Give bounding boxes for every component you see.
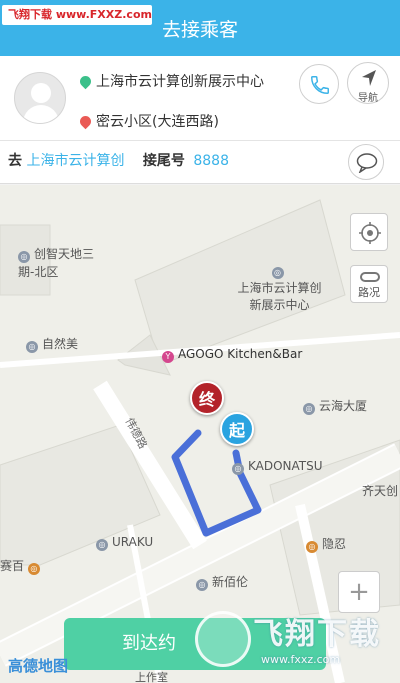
chat-bubble-icon [356, 153, 378, 173]
poi-qitian[interactable]: 齐天创 [362, 482, 398, 499]
bar-icon: Y [162, 351, 174, 363]
divider [0, 140, 400, 141]
poi-yinren[interactable]: ◎ 隐忍 [306, 535, 346, 553]
locate-button[interactable] [350, 213, 388, 251]
building-icon: ◎ [303, 403, 315, 415]
restaurant-icon: ◎ [306, 541, 318, 553]
poi-icon: ◎ [232, 463, 244, 475]
call-button[interactable] [299, 64, 339, 104]
poi-icon: ◎ [26, 341, 38, 353]
map-view[interactable]: ◎ 创智天地三期-北区 ◎ 自然美 ◎ 上海市云计算创新展示中心 Y AGOGO Kit… [0, 185, 400, 683]
watermark-logo-icon [195, 611, 251, 667]
poi-icon: ◎ [18, 251, 30, 263]
poi-agogo[interactable]: Y AGOGO Kitchen&Bar [162, 347, 302, 363]
locate-crosshair-icon [359, 222, 381, 244]
amap-logo: 高德地图 [8, 657, 69, 675]
passenger-panel: 上海市云计算创新展示中心 密云小区(大连西路) 导航 去 上海市云计算创 接尾号… [0, 56, 400, 184]
destination-marker[interactable]: 终 [190, 381, 224, 415]
poi-yunhai[interactable]: ◎ 云海大厦 [303, 397, 367, 415]
navigation-button[interactable]: 导航 [347, 62, 389, 104]
restaurant-icon: ◎ [96, 539, 108, 551]
traffic-button[interactable]: 路况 [350, 265, 388, 303]
phone-tail-number: 8888 [193, 153, 229, 169]
dropoff-pin-icon [77, 113, 94, 130]
pickup-pin-icon [77, 73, 94, 90]
restaurant-icon: ◎ [27, 563, 40, 575]
destination-row: 去 上海市云计算创 接尾号 8888 [8, 150, 229, 170]
dropoff-address: 密云小区(大连西路) [77, 111, 219, 131]
title-bar: 飞翔下载 www.FXXZ.com 去接乘客 [0, 0, 400, 56]
poi-bottom: 上作室 [135, 671, 168, 683]
traffic-icon [360, 272, 380, 282]
poi-icon: ◎ [271, 267, 284, 279]
poi-cloud-center[interactable]: ◎ 上海市云计算创新展示中心 [232, 263, 327, 313]
message-button[interactable] [348, 144, 384, 180]
poi-kadonatsu[interactable]: ◎ KADONATSU [232, 459, 323, 475]
navigation-arrow-icon [362, 70, 376, 86]
poi-ziranmei[interactable]: ◎ 自然美 [26, 335, 78, 353]
poi-icon: ◎ [196, 579, 208, 591]
poi-saiyi[interactable]: 赛百 ◎ [0, 557, 44, 575]
pickup-address: 上海市云计算创新展示中心 [77, 71, 264, 91]
poi-uraku[interactable]: ◎ URAKU [96, 535, 153, 551]
destination-value: 上海市云计算创 [26, 153, 125, 169]
origin-marker[interactable]: 起 [220, 412, 254, 446]
phone-icon [311, 76, 329, 94]
watermark-bottom: 飞翔下载 www.fxxz.com [195, 603, 395, 679]
poi-xinbailun[interactable]: ◎ 新佰伦 [196, 573, 248, 591]
passenger-avatar [14, 72, 66, 124]
poi-chuangzhi[interactable]: ◎ 创智天地三期-北区 [18, 245, 98, 280]
page-title: 去接乘客 [161, 19, 238, 41]
